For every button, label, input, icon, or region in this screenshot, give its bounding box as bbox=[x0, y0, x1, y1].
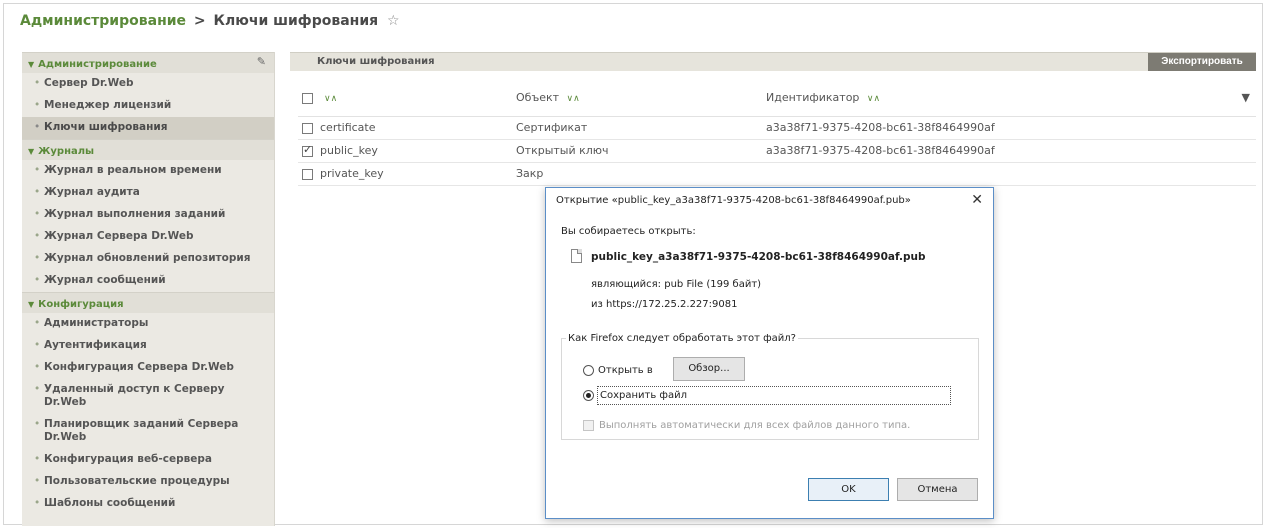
cell-object: Закр bbox=[512, 162, 762, 186]
cell-name: public_key bbox=[316, 139, 512, 163]
sidebar-item[interactable]: Пользовательские процедуры bbox=[22, 471, 274, 493]
header-object-label: Объект bbox=[516, 91, 560, 105]
sidebar-item[interactable]: Сервер Dr.Web bbox=[22, 73, 274, 95]
sidebar-item[interactable]: Журнал Сервера Dr.Web bbox=[22, 226, 274, 248]
cell-name: private_key bbox=[316, 162, 512, 186]
cell-object: Сертификат bbox=[512, 116, 762, 140]
sidebar-item[interactable]: Журнал аудита bbox=[22, 182, 274, 204]
sidebar-item[interactable]: Конфигурация Сервера Dr.Web bbox=[22, 357, 274, 379]
open-with-radio[interactable] bbox=[583, 365, 594, 376]
sidebar-item[interactable]: Аутентификация bbox=[22, 335, 274, 357]
sidebar-section-header[interactable]: ▼ Журналы bbox=[22, 139, 274, 160]
sidebar-item[interactable]: Планировщик заданий Сервера Dr.Web bbox=[22, 414, 274, 449]
breadcrumb-separator: > bbox=[193, 13, 206, 29]
sidebar-item[interactable]: Шаблоны сообщений bbox=[22, 493, 274, 515]
file-source-value: https://172.25.2.227:9081 bbox=[606, 299, 738, 310]
header-name[interactable]: ∨∧ bbox=[316, 80, 512, 117]
row-checkbox[interactable] bbox=[302, 143, 313, 157]
file-type-value: pub File (199 байт) bbox=[664, 279, 762, 290]
header-object[interactable]: Объект ∨∧ bbox=[512, 80, 762, 117]
open-with-label[interactable]: Открыть в bbox=[598, 365, 653, 376]
favorite-star-icon[interactable]: ☆ bbox=[387, 13, 400, 29]
table-row[interactable]: public_keyОткрытый ключa3a38f71-9375-420… bbox=[298, 139, 1256, 163]
sort-name-icon[interactable]: ∨∧ bbox=[324, 94, 337, 104]
sidebar: ✎ ▼ Администрирование Сервер Dr.WebМенедже… bbox=[22, 52, 275, 526]
pin-icon[interactable]: ✎ bbox=[257, 55, 266, 68]
sort-identifier-icon[interactable]: ∨∧ bbox=[867, 94, 880, 104]
sidebar-section-title: Конфигурация bbox=[38, 299, 124, 310]
row-select-cell bbox=[298, 139, 316, 163]
sidebar-item[interactable]: Менеджер лицензий bbox=[22, 95, 274, 117]
sidebar-section-header[interactable]: ▼ Администрирование bbox=[22, 52, 274, 73]
sidebar-item[interactable]: Администраторы bbox=[22, 313, 274, 335]
table-row[interactable]: private_key Закр bbox=[298, 162, 1256, 186]
sidebar-section-header[interactable]: ▼ Конфигурация bbox=[22, 292, 274, 313]
panel-header: Ключи шифрования Экспортировать bbox=[290, 52, 1256, 71]
breadcrumb-root[interactable]: Администрирование bbox=[20, 13, 186, 29]
sidebar-item[interactable]: Удаленный доступ к Серверу Dr.Web bbox=[22, 379, 274, 414]
sidebar-item[interactable]: Конфигурация веб-сервера bbox=[22, 449, 274, 471]
table-row[interactable]: certificate Сертификат a3a38f71-9375-4208-… bbox=[298, 116, 1256, 140]
sidebar-item[interactable]: Журнал обновлений репозитория bbox=[22, 248, 274, 270]
row-checkbox[interactable] bbox=[302, 122, 313, 134]
table-header-row: ∨∧ Объект ∨∧ Идентификатор ∨∧ ▼ bbox=[298, 80, 1256, 117]
save-file-option[interactable]: Сохранить файл bbox=[597, 386, 951, 405]
cancel-button[interactable]: Отмена bbox=[897, 478, 978, 501]
page-title: Ключи шифрования bbox=[213, 13, 379, 29]
collapse-triangle-icon[interactable]: ▼ bbox=[28, 300, 34, 309]
dialog-intro: Вы собираетесь открыть: bbox=[561, 226, 696, 237]
file-type-line: являющийся: pub File (199 байт) bbox=[591, 279, 761, 290]
row-select-cell bbox=[298, 162, 316, 186]
sidebar-item[interactable]: Журнал в реальном времени bbox=[22, 160, 274, 182]
filter-icon[interactable]: ▼ bbox=[1242, 91, 1250, 104]
panel-title: Ключи шифрования bbox=[317, 56, 435, 67]
header-identifier-label: Идентификатор bbox=[766, 91, 860, 105]
action-question: Как Firefox следует обработать этот файл… bbox=[566, 333, 798, 344]
select-all-checkbox[interactable] bbox=[302, 92, 313, 104]
file-name: public_key_a3a38f71-9375-4208-bc61-38f84… bbox=[591, 251, 926, 263]
dialog-title: Открытие «public_key_a3a38f71-9375-4208-… bbox=[556, 195, 911, 206]
sidebar-section-title: Администрирование bbox=[38, 59, 157, 70]
breadcrumb: Администрирование > Ключи шифрования ☆ bbox=[20, 13, 400, 29]
collapse-triangle-icon[interactable]: ▼ bbox=[28, 147, 34, 156]
sidebar-item[interactable]: Журнал выполнения заданий bbox=[22, 204, 274, 226]
open-file-dialog: Открытие «public_key_a3a38f71-9375-4208-… bbox=[545, 187, 994, 519]
row-checkbox[interactable] bbox=[302, 168, 313, 180]
header-select-all[interactable] bbox=[298, 80, 316, 117]
file-type-label: являющийся: bbox=[591, 279, 662, 290]
row-select-cell bbox=[298, 116, 316, 140]
browse-button[interactable]: Обзор... bbox=[673, 357, 745, 381]
sidebar-item[interactable]: Ключи шифрования bbox=[22, 117, 274, 139]
cell-object: Открытый ключ bbox=[512, 139, 762, 163]
keys-table: ∨∧ Объект ∨∧ Идентификатор ∨∧ ▼ certific… bbox=[298, 80, 1256, 186]
collapse-triangle-icon[interactable]: ▼ bbox=[28, 60, 34, 69]
cell-name: certificate bbox=[316, 116, 512, 140]
sort-object-icon[interactable]: ∨∧ bbox=[567, 94, 580, 104]
sidebar-section-title: Журналы bbox=[38, 146, 95, 157]
sidebar-item[interactable]: Журнал сообщений bbox=[22, 270, 274, 292]
close-icon[interactable]: ✕ bbox=[971, 192, 983, 208]
cell-id bbox=[762, 162, 1256, 186]
cell-id: a3a38f71-9375-4208-bc61-38f8464990af bbox=[762, 139, 1256, 163]
auto-action-label: Выполнять автоматически для всех файлов … bbox=[599, 420, 911, 431]
ok-button[interactable]: OK bbox=[808, 478, 889, 501]
auto-action-checkbox[interactable] bbox=[583, 420, 594, 431]
file-source-label: из bbox=[591, 299, 603, 310]
file-source-line: из https://172.25.2.227:9081 bbox=[591, 299, 737, 310]
cell-id: a3a38f71-9375-4208-bc61-38f8464990af bbox=[762, 116, 1256, 140]
file-icon bbox=[571, 249, 582, 263]
save-file-radio[interactable] bbox=[583, 390, 594, 401]
export-button[interactable]: Экспортировать bbox=[1148, 53, 1256, 71]
header-identifier[interactable]: Идентификатор ∨∧ ▼ bbox=[762, 80, 1256, 117]
